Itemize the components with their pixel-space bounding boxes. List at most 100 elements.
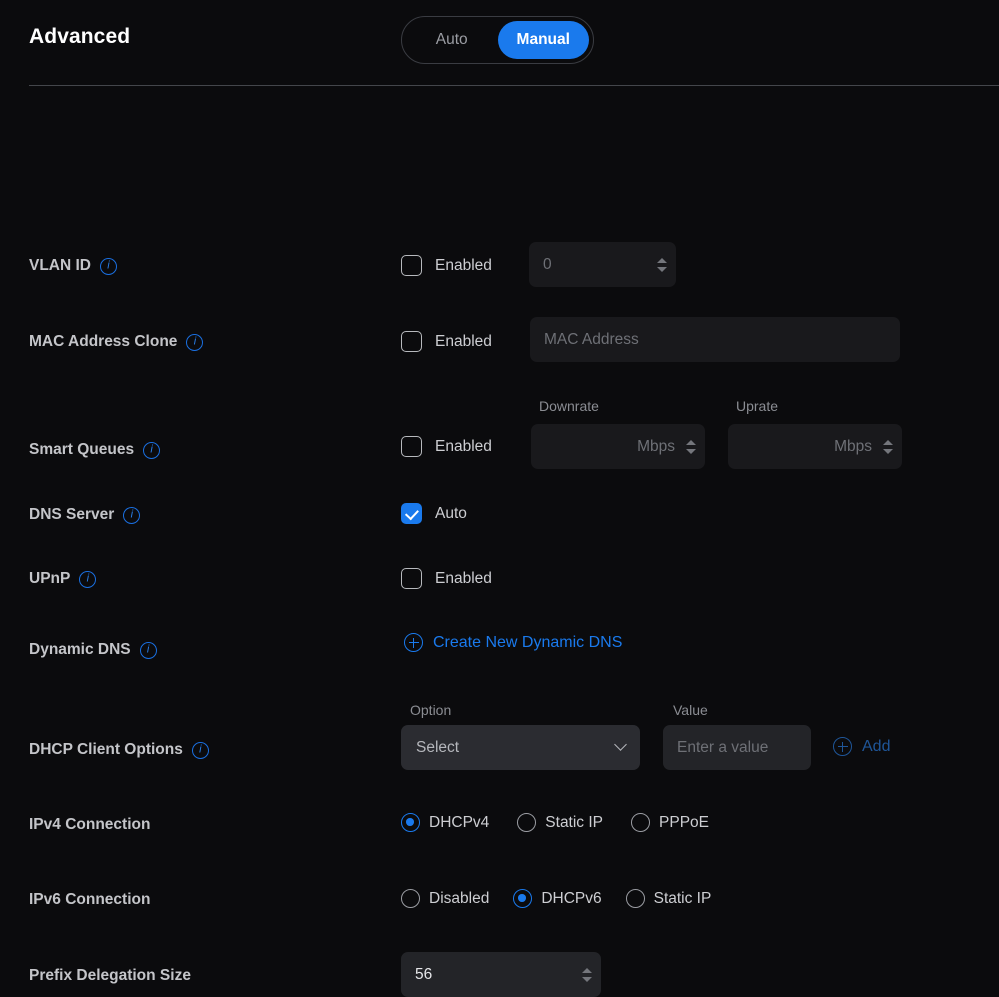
checkbox-box[interactable] xyxy=(401,436,422,457)
input-prefix-delegation-size[interactable]: 56 xyxy=(401,952,601,997)
header-divider xyxy=(29,85,999,86)
input-vlan-id-placeholder: 0 xyxy=(543,255,552,273)
radio-dot[interactable] xyxy=(513,889,533,908)
page-header: Advanced Auto Manual xyxy=(0,0,999,86)
select-dhcp-option[interactable]: Select xyxy=(401,725,640,770)
label-ipv6-connection: IPv6 Connection xyxy=(29,891,150,909)
info-icon[interactable]: i xyxy=(100,257,117,275)
label-upnp: UPnP i xyxy=(29,570,97,588)
radio-ipv4-dhcpv4[interactable]: DHCPv4 xyxy=(401,813,489,832)
uprate-stepper[interactable] xyxy=(883,439,893,454)
input-downrate[interactable]: Mbps xyxy=(531,424,705,469)
label-dhcp-client-options: DHCP Client Options i xyxy=(29,741,209,759)
label-dhcp-value: Value xyxy=(673,702,708,718)
radio-dot[interactable] xyxy=(517,813,537,832)
label-dhcp-client-options-text: DHCP Client Options xyxy=(29,741,183,758)
info-icon[interactable]: i xyxy=(123,506,141,524)
radio-label: Disabled xyxy=(429,889,490,907)
input-dhcp-value-placeholder: Enter a value xyxy=(677,738,769,756)
info-icon[interactable]: i xyxy=(139,641,157,659)
checkbox-vlan-enabled[interactable]: Enabled xyxy=(401,255,492,276)
label-ipv6-connection-text: IPv6 Connection xyxy=(29,891,151,908)
vlan-id-stepper[interactable] xyxy=(657,257,667,272)
label-vlan-id-text: VLAN ID xyxy=(29,257,91,274)
label-ipv4-connection: IPv4 Connection xyxy=(29,816,150,834)
downrate-stepper[interactable] xyxy=(686,439,696,454)
label-uprate: Uprate xyxy=(736,398,779,414)
plus-icon xyxy=(404,633,423,652)
checkbox-box[interactable] xyxy=(401,503,422,524)
checkbox-box[interactable] xyxy=(401,568,422,589)
chevron-down-icon[interactable] xyxy=(582,976,592,982)
chevron-down-icon[interactable] xyxy=(614,738,627,751)
radio-ipv6-static-ip[interactable]: Static IP xyxy=(625,889,712,908)
chevron-up-icon[interactable] xyxy=(657,257,667,263)
toggle-option-auto[interactable]: Auto xyxy=(406,21,498,59)
checkbox-box[interactable] xyxy=(401,255,422,276)
checkbox-dns-auto[interactable]: Auto xyxy=(401,503,467,524)
advanced-mode-toggle[interactable]: Auto Manual xyxy=(401,16,594,64)
label-smart-queues: Smart Queues i xyxy=(29,441,161,459)
label-mac-address-clone-text: MAC Address Clone xyxy=(29,333,178,350)
radio-ipv4-static-ip[interactable]: Static IP xyxy=(517,813,603,832)
label-upnp-text: UPnP xyxy=(29,570,71,587)
checkbox-label: Enabled xyxy=(435,332,492,350)
add-dhcp-option-button[interactable]: Add xyxy=(833,737,890,756)
info-icon[interactable]: i xyxy=(186,333,204,351)
radio-dot[interactable] xyxy=(401,889,420,908)
radio-label: PPPoE xyxy=(659,813,709,831)
chevron-down-icon[interactable] xyxy=(657,266,667,272)
prefix-delegation-stepper[interactable] xyxy=(582,967,592,982)
input-mac-address[interactable]: MAC Address xyxy=(530,317,900,362)
checkbox-mac-clone-enabled[interactable]: Enabled xyxy=(401,331,492,352)
add-dhcp-option-label: Add xyxy=(862,737,891,755)
radio-label: Static IP xyxy=(653,889,712,907)
checkbox-box[interactable] xyxy=(401,331,422,352)
create-new-dynamic-dns-label: Create New Dynamic DNS xyxy=(433,633,623,651)
info-icon[interactable]: i xyxy=(143,441,161,459)
checkbox-upnp-enabled[interactable]: Enabled xyxy=(401,568,492,589)
label-prefix-delegation-size-text: Prefix Delegation Size xyxy=(29,967,191,984)
radio-ipv6-dhcpv6[interactable]: DHCPv6 xyxy=(513,889,602,908)
checkbox-smart-queues-enabled[interactable]: Enabled xyxy=(401,436,492,457)
input-vlan-id[interactable]: 0 xyxy=(529,242,676,287)
label-dns-server: DNS Server i xyxy=(29,506,141,524)
label-mac-address-clone: MAC Address Clone i xyxy=(29,333,204,351)
toggle-option-manual[interactable]: Manual xyxy=(497,21,589,59)
radio-group-ipv4-connection: DHCPv4 Static IP PPPoE xyxy=(401,813,709,832)
info-icon[interactable]: i xyxy=(79,570,97,588)
input-uprate-placeholder: Mbps xyxy=(834,437,872,455)
page-title: Advanced xyxy=(29,25,131,48)
input-prefix-delegation-size-value: 56 xyxy=(415,965,433,983)
label-dynamic-dns-text: Dynamic DNS xyxy=(29,641,131,658)
input-uprate[interactable]: Mbps xyxy=(728,424,902,469)
checkbox-label: Enabled xyxy=(435,256,492,274)
create-new-dynamic-dns-button[interactable]: Create New Dynamic DNS xyxy=(404,633,622,652)
radio-ipv4-pppoe[interactable]: PPPoE xyxy=(631,813,709,832)
label-dynamic-dns: Dynamic DNS i xyxy=(29,641,157,659)
input-dhcp-value[interactable]: Enter a value xyxy=(663,725,811,770)
chevron-up-icon[interactable] xyxy=(582,967,592,973)
info-icon[interactable]: i xyxy=(191,741,209,759)
label-ipv4-connection-text: IPv4 Connection xyxy=(29,816,151,833)
radio-dot[interactable] xyxy=(625,889,645,908)
radio-ipv6-disabled[interactable]: Disabled xyxy=(401,889,489,908)
label-dhcp-option: Option xyxy=(410,702,452,718)
label-prefix-delegation-size: Prefix Delegation Size xyxy=(29,967,191,985)
select-dhcp-option-value: Select xyxy=(416,738,460,756)
radio-dot[interactable] xyxy=(401,813,420,832)
checkbox-label: Enabled xyxy=(435,437,492,455)
label-vlan-id: VLAN ID i xyxy=(29,257,117,275)
label-downrate: Downrate xyxy=(539,398,599,414)
chevron-down-icon[interactable] xyxy=(883,448,893,454)
radio-group-ipv6-connection: Disabled DHCPv6 Static IP xyxy=(401,889,711,908)
chevron-up-icon[interactable] xyxy=(686,439,696,445)
radio-dot[interactable] xyxy=(631,813,651,832)
radio-label: DHCPv4 xyxy=(429,813,490,831)
input-downrate-placeholder: Mbps xyxy=(637,437,675,455)
checkbox-label: Enabled xyxy=(435,569,492,587)
checkbox-label: Auto xyxy=(435,504,467,522)
label-dns-server-text: DNS Server xyxy=(29,506,115,523)
chevron-down-icon[interactable] xyxy=(686,448,696,454)
chevron-up-icon[interactable] xyxy=(883,439,893,445)
